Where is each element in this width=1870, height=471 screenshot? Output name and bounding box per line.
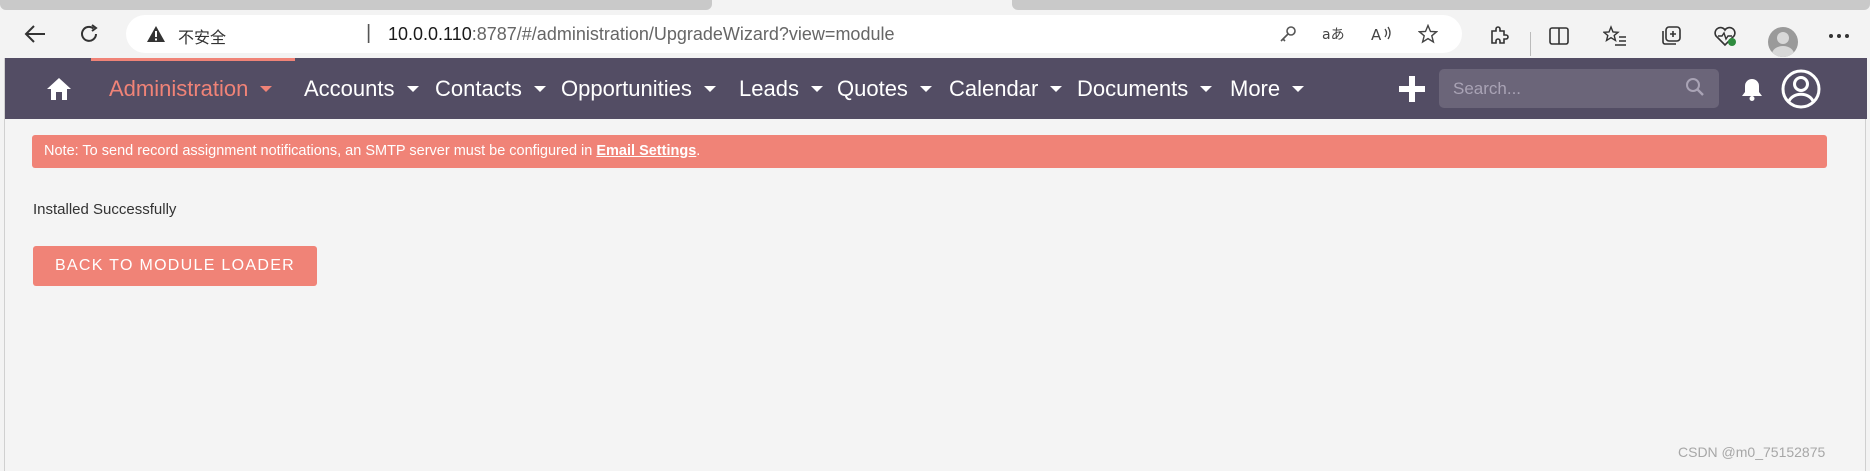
refresh-icon[interactable] [72, 18, 106, 50]
top-navbar: Administration Accounts Contacts Opportu… [5, 58, 1867, 119]
nav-administration[interactable]: Administration [109, 58, 273, 119]
caret-down-icon [406, 85, 419, 92]
nav-label: Documents [1077, 75, 1189, 101]
notice-suffix: . [696, 143, 701, 159]
caret-down-icon [533, 85, 546, 92]
app-frame: Administration Accounts Contacts Opportu… [4, 58, 1867, 471]
nav-label: Contacts [435, 75, 522, 101]
svg-text:A: A [1371, 26, 1382, 43]
caret-down-icon [1050, 85, 1063, 92]
email-settings-link[interactable]: Email Settings [596, 143, 696, 159]
quick-create-plus-icon[interactable] [1399, 76, 1425, 102]
caret-down-icon [1292, 85, 1305, 92]
notice-text: Note: To send record assignment notifica… [44, 143, 597, 159]
nav-label: Opportunities [561, 75, 692, 101]
nav-label: Leads [739, 75, 799, 101]
favorites-list-icon[interactable] [1602, 24, 1628, 48]
caret-down-icon [1200, 85, 1213, 92]
install-status-text: Installed Successfully [33, 201, 177, 218]
security-label[interactable]: 不安全 [178, 24, 226, 48]
caret-down-icon [703, 85, 716, 92]
smtp-notice-banner: Note: To send record assignment notifica… [32, 135, 1827, 168]
browser-tab[interactable] [1012, 0, 1870, 10]
collections-icon[interactable] [1658, 24, 1684, 48]
nav-label: Accounts [304, 75, 395, 101]
search-icon[interactable] [1685, 77, 1705, 97]
warning-icon [146, 25, 166, 48]
watermark-text: CSDN @m0_75152875 [1678, 444, 1826, 460]
search-input[interactable] [1439, 69, 1719, 108]
svg-text:aあ: aあ [1322, 27, 1345, 43]
url-text[interactable]: 10.0.0.110:8787/#/administration/Upgrade… [388, 24, 894, 45]
nav-label: More [1230, 75, 1281, 101]
profile-avatar-icon[interactable] [1768, 27, 1798, 57]
nav-leads[interactable]: Leads [739, 58, 823, 119]
nav-calendar[interactable]: Calendar [949, 58, 1063, 119]
caret-down-icon [919, 85, 932, 92]
nav-contacts[interactable]: Contacts [435, 58, 546, 119]
url-path: :8787/#/administration/UpgradeWizard?vie… [471, 24, 895, 44]
nav-label: Administration [109, 75, 249, 101]
toolbar-divider [1530, 32, 1531, 56]
browser-toolbar: 不安全 | 10.0.0.110:8787/#/administration/U… [0, 10, 1870, 58]
caret-down-icon [260, 85, 273, 92]
split-screen-icon[interactable] [1546, 24, 1572, 48]
url-host: 10.0.0.110 [388, 24, 472, 44]
home-icon[interactable] [45, 76, 73, 102]
more-options-icon[interactable] [1826, 24, 1852, 48]
nav-opportunities[interactable]: Opportunities [561, 58, 716, 119]
back-to-module-loader-button[interactable]: BACK TO MODULE LOADER [33, 246, 317, 286]
caret-down-icon [810, 85, 823, 92]
back-arrow-icon[interactable] [18, 18, 52, 50]
browser-tab[interactable] [0, 0, 712, 10]
user-profile-icon[interactable] [1781, 69, 1821, 109]
nav-accounts[interactable]: Accounts [304, 58, 419, 119]
browser-tabstrip [0, 0, 1870, 10]
nav-quotes[interactable]: Quotes [837, 58, 932, 119]
browser-essentials-icon[interactable] [1712, 24, 1738, 48]
address-separator: | [366, 22, 372, 44]
translate-icon[interactable]: aあ [1322, 23, 1346, 45]
nav-label: Quotes [837, 75, 908, 101]
notification-bell-icon[interactable] [1739, 76, 1765, 102]
key-icon[interactable] [1276, 23, 1300, 45]
address-bar[interactable]: 不安全 | 10.0.0.110:8787/#/administration/U… [126, 15, 1462, 53]
nav-more[interactable]: More [1230, 58, 1305, 119]
read-aloud-icon[interactable]: A [1370, 23, 1394, 45]
extensions-icon[interactable] [1486, 24, 1512, 48]
nav-documents[interactable]: Documents [1077, 58, 1213, 119]
favorite-star-icon[interactable] [1416, 23, 1440, 45]
nav-label: Calendar [949, 75, 1039, 101]
